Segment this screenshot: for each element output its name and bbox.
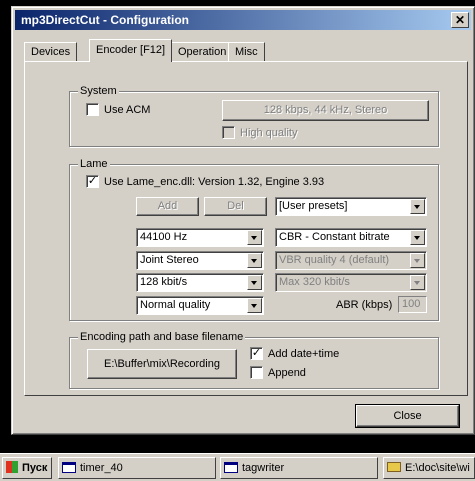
quality-value: Normal quality	[140, 299, 211, 311]
add-datetime-label: Add date+time	[268, 348, 340, 360]
start-button[interactable]: Пуск	[2, 457, 52, 479]
chevron-down-icon[interactable]	[410, 275, 425, 290]
channel-mode-value: Joint Stereo	[140, 254, 199, 266]
encoding-path-group-title: Encoding path and base filename	[78, 330, 246, 344]
tab-misc[interactable]: Misc	[228, 42, 265, 61]
chevron-down-icon[interactable]	[247, 298, 262, 313]
vbr-quality-dropdown[interactable]: VBR quality 4 (default)	[275, 251, 427, 270]
add-preset-button[interactable]: Add	[136, 197, 199, 216]
chevron-down-icon[interactable]	[247, 275, 262, 290]
tab-encoder[interactable]: Encoder [F12]	[89, 39, 173, 62]
high-quality-label: High quality	[240, 127, 298, 139]
bitrate-value: 128 kbit/s	[140, 276, 188, 288]
chevron-down-icon[interactable]	[410, 253, 425, 268]
use-acm-checkbox[interactable]	[86, 103, 99, 116]
taskbar-item-label: E:\doc\site\wi	[405, 462, 470, 474]
high-quality-checkbox[interactable]	[222, 126, 235, 139]
taskbar: Пуск timer_40 tagwriter E:\doc\site\wi	[0, 453, 475, 481]
quality-dropdown[interactable]: Normal quality	[136, 296, 264, 315]
append-checkbox[interactable]	[250, 366, 263, 379]
configuration-window: mp3DirectCut - Configuration ✕ Devices E…	[11, 6, 475, 435]
taskbar-item-label: timer_40	[80, 462, 123, 474]
bitrate-dropdown[interactable]: 128 kbit/s	[136, 273, 264, 292]
window-title: mp3DirectCut - Configuration	[21, 13, 189, 27]
use-lame-label: Use Lame_enc.dll: Version 1.32, Engine 3…	[104, 176, 325, 188]
use-acm-label: Use ACM	[104, 104, 151, 116]
tab-devices[interactable]: Devices	[24, 42, 78, 61]
bitrate-mode-dropdown[interactable]: CBR - Constant bitrate	[275, 228, 427, 247]
add-datetime-checkbox[interactable]: ✓	[250, 347, 263, 360]
taskbar-item-tagwriter[interactable]: tagwriter	[220, 457, 378, 479]
tab-operation[interactable]: Operation	[171, 42, 234, 61]
bitrate-mode-value: CBR - Constant bitrate	[279, 231, 390, 243]
max-bitrate-value: Max 320 kbit/s	[279, 276, 350, 288]
taskbar-item-explorer[interactable]: E:\doc\site\wi	[383, 457, 475, 479]
system-group: System Use ACM 128 kbps, 44 kHz, Stereo …	[69, 84, 439, 147]
taskbar-item-timer[interactable]: timer_40	[58, 457, 216, 479]
use-lame-checkbox[interactable]: ✓	[86, 175, 99, 188]
abr-input[interactable]: 100	[398, 296, 427, 313]
max-bitrate-dropdown[interactable]: Max 320 kbit/s	[275, 273, 427, 292]
close-window-icon[interactable]: ✕	[451, 12, 469, 28]
close-button[interactable]: Close	[355, 404, 460, 428]
presets-dropdown[interactable]: [User presets]	[275, 197, 427, 216]
chevron-down-icon[interactable]	[247, 230, 262, 245]
encoding-path-group: Encoding path and base filename E:\Buffe…	[69, 330, 439, 389]
chevron-down-icon[interactable]	[410, 230, 425, 245]
window-icon	[62, 461, 76, 473]
start-label: Пуск	[22, 462, 48, 474]
append-label: Append	[268, 367, 306, 379]
sample-rate-value: 44100 Hz	[140, 231, 188, 243]
presets-value: [User presets]	[279, 200, 348, 212]
vbr-quality-value: VBR quality 4 (default)	[279, 254, 390, 266]
chevron-down-icon[interactable]	[247, 253, 262, 268]
delete-preset-button[interactable]: Del	[204, 197, 267, 216]
encoding-path-button[interactable]: E:\Buffer\mix\Recording	[87, 349, 237, 379]
chevron-down-icon[interactable]	[410, 199, 425, 214]
windows-logo-icon	[6, 461, 18, 474]
abr-label: ABR (kbps)	[336, 299, 393, 311]
sample-rate-dropdown[interactable]: 44100 Hz	[136, 228, 264, 247]
folder-icon	[387, 462, 401, 473]
channel-mode-dropdown[interactable]: Joint Stereo	[136, 251, 264, 270]
lame-group-title: Lame	[78, 157, 110, 171]
encoder-tab-panel: System Use ACM 128 kbps, 44 kHz, Stereo …	[24, 61, 468, 396]
title-bar[interactable]: mp3DirectCut - Configuration ✕	[15, 10, 471, 30]
lame-group: Lame ✓ Use Lame_enc.dll: Version 1.32, E…	[69, 157, 439, 321]
window-icon	[224, 461, 238, 473]
system-group-title: System	[78, 84, 119, 98]
taskbar-item-label: tagwriter	[242, 462, 285, 474]
acm-format-button[interactable]: 128 kbps, 44 kHz, Stereo	[222, 100, 429, 121]
